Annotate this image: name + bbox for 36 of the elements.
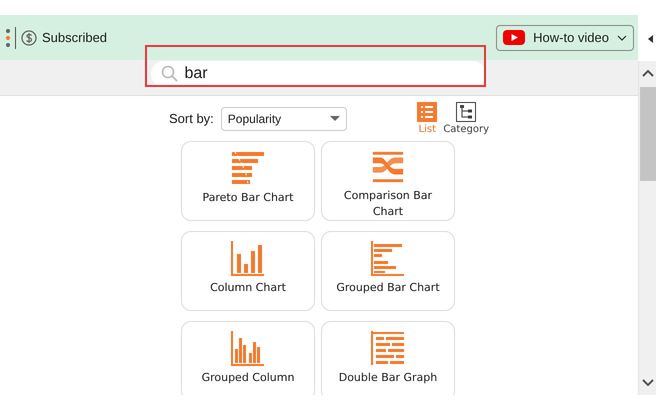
chart-type-card[interactable]: Double Bar Graph	[321, 321, 455, 395]
chevron-down-icon	[617, 34, 627, 40]
sort-label: Sort by:	[169, 111, 214, 126]
chart-type-icon	[370, 330, 406, 366]
view-category-tab[interactable]: Category	[443, 102, 489, 135]
status-text: Subscribed	[42, 30, 108, 45]
chart-type-label: Grouped Column	[200, 370, 296, 386]
search-field[interactable]: bar	[150, 60, 486, 86]
video-button[interactable]: How-to video	[496, 24, 634, 50]
chart-type-card[interactable]: Column Chart	[181, 231, 315, 311]
dropdown-arrow-icon	[330, 116, 340, 121]
play-icon	[503, 30, 526, 45]
chart-type-label: Comparison Bar Chart	[342, 188, 434, 220]
chart-type-card[interactable]: Comparison Bar Chart	[321, 141, 455, 221]
chart-type-icon	[230, 150, 266, 186]
more-icon[interactable]	[6, 28, 10, 48]
chart-type-label: Double Bar Graph	[338, 370, 438, 386]
chart-type-label: Grouped Bar Chart	[335, 280, 441, 296]
chart-type-card[interactable]: Grouped Bar Chart	[321, 231, 455, 311]
chart-type-icon	[370, 150, 406, 184]
dollar-icon	[21, 30, 37, 46]
scroll-down-icon[interactable]	[642, 379, 654, 387]
collapse-arrow-icon[interactable]	[648, 35, 654, 43]
chart-type-label: Column Chart	[209, 280, 287, 296]
scrollbar-thumb[interactable]	[640, 87, 656, 181]
scroll-up-icon[interactable]	[642, 69, 654, 77]
scrollbar[interactable]	[638, 61, 656, 395]
chart-type-icon	[230, 330, 266, 366]
chart-type-card[interactable]: Pareto Bar Chart	[181, 141, 315, 221]
tree-icon	[456, 102, 476, 122]
chart-type-card[interactable]: Grouped Column	[181, 321, 315, 395]
chart-type-icon	[370, 240, 406, 276]
chart-type-label: Pareto Bar Chart	[201, 190, 294, 206]
sort-dropdown[interactable]: Popularity	[220, 106, 347, 130]
chart-type-icon	[230, 240, 266, 276]
list-icon	[417, 102, 438, 122]
